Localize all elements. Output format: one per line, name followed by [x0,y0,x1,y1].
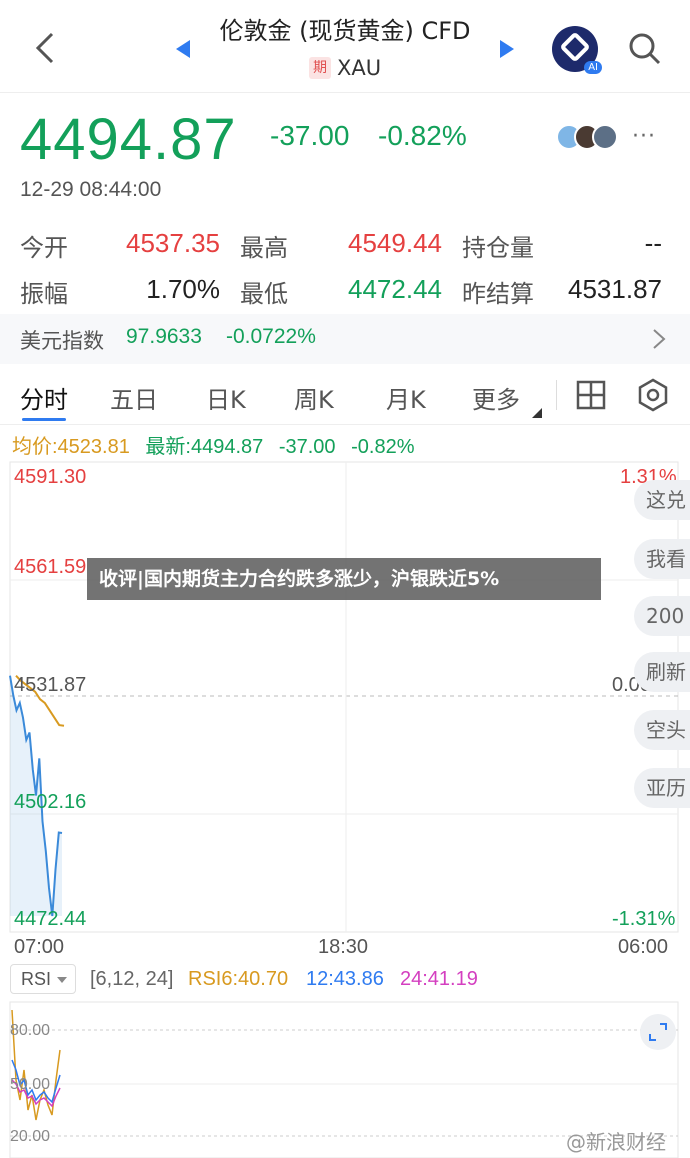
dropdown-caret-icon [57,977,67,983]
settings-gear-icon[interactable] [636,378,670,412]
comment-bubble[interactable]: 空头 [634,710,690,750]
rsi-y-label-50: 50.00 [10,1076,51,1093]
open-value: 4537.35 [126,228,220,258]
index-label: 美元指数 [20,329,104,353]
price-change: -37.00 [270,120,350,151]
index-change: -0.0722% [226,325,316,348]
low-label: 最低 [240,280,288,308]
comment-bubble[interactable]: 我看 [634,539,690,579]
page-title: 伦敦金 (现货黄金) CFD [219,17,471,45]
low-value: 4472.44 [348,274,442,304]
comment-bubble[interactable]: 亚历 [634,768,690,808]
title-block: 伦敦金 (现货黄金) CFD 期 XAU [160,14,530,84]
open-label: 今开 [20,234,68,262]
quote-time: 12-29 08:44:00 [20,178,162,201]
chevron-right-icon [653,329,666,349]
y-right-label-low: -1.31% [612,908,676,930]
indicator-select-value: RSI [21,969,52,989]
tab-separator [556,380,557,410]
open-interest-label: 持仓量 [462,234,534,262]
rsi6-value: RSI6:40.70 [188,968,289,990]
user-avatars[interactable] [556,124,626,150]
last-price: 4494.87 [20,107,237,172]
high-label: 最高 [240,234,288,262]
y-label-prev-settle: 4531.87 [14,674,87,696]
more-options-icon[interactable]: ··· [632,124,656,149]
open-interest-value: -- [644,228,662,258]
subtitle: 期 XAU [160,52,530,84]
rsi12-value: 12:43.86 [306,968,384,990]
header-divider [0,92,690,93]
x-label-end: 06:00 [618,936,669,958]
index-value: 97.9633 [126,325,202,348]
comment-bubble[interactable]: 这兑 [634,480,690,520]
symbol-label: XAU [336,56,382,80]
prev-settle-value: 4531.87 [568,274,662,304]
tab-more[interactable]: 更多 [472,380,520,415]
latest-price-label: 最新:4494.87 [145,436,264,458]
next-instrument-arrow-icon[interactable] [500,40,514,58]
comment-bubble[interactable]: 刷新 [634,652,690,692]
x-label-mid: 18:30 [318,936,369,958]
y-label-low: 4472.44 [14,908,87,930]
amplitude-label: 振幅 [20,280,68,308]
tab-intraday[interactable]: 分时 [20,380,68,415]
rsi-y-label-80: 80.00 [10,1022,51,1039]
avg-price-label: 均价:4523.81 [12,436,130,458]
layout-grid-icon[interactable] [576,380,606,410]
y-label-mid-low: 4502.16 [14,791,87,813]
futures-badge: 期 [308,57,331,79]
rsi-params: [6,12, 24] [90,968,174,990]
ai-tag: AI [584,61,602,74]
tab-daily-k[interactable]: 日K [206,380,246,415]
tabs-divider [0,424,690,425]
search-icon[interactable] [628,32,662,66]
prev-settle-label: 昨结算 [462,280,534,308]
price-change-pct: -0.82% [378,120,467,151]
rsi24-value: 24:41.19 [400,968,478,990]
rsi-y-label-20: 20.00 [10,1128,51,1145]
x-label-start: 07:00 [14,936,65,958]
active-tab-indicator [22,418,66,421]
expand-icon[interactable] [640,1014,676,1050]
indicator-select[interactable]: RSI [10,964,76,994]
tab-five-day[interactable]: 五日 [110,380,158,415]
back-arrow-icon[interactable] [30,28,60,68]
tab-weekly-k[interactable]: 周K [294,380,334,415]
watermark: @新浪财经 [566,1130,666,1154]
high-value: 4549.44 [348,228,442,258]
comment-bubble[interactable]: 200 [634,596,690,636]
ai-assistant-icon[interactable]: AI [552,26,602,74]
news-banner[interactable]: 收评|国内期货主力合约跌多涨少，沪银跌近5% [87,558,601,600]
avatar [592,124,618,150]
more-dropdown-indicator-icon [532,408,542,418]
latest-change-pct: -0.82% [351,436,415,458]
y-label-mid-high: 4561.59 [14,556,87,578]
tab-monthly-k[interactable]: 月K [386,380,426,415]
latest-change: -37.00 [278,436,336,458]
dollar-index-bar[interactable]: 美元指数 97.9633 -0.0722% [0,314,690,364]
chart-info-line: 均价:4523.81 最新:4494.87 -37.00 -0.82% [12,430,425,459]
y-label-high: 4591.30 [14,466,87,488]
amplitude-value: 1.70% [146,274,220,304]
intraday-chart[interactable] [0,458,690,938]
top-bar: 伦敦金 (现货黄金) CFD 期 XAU AI [0,0,690,92]
